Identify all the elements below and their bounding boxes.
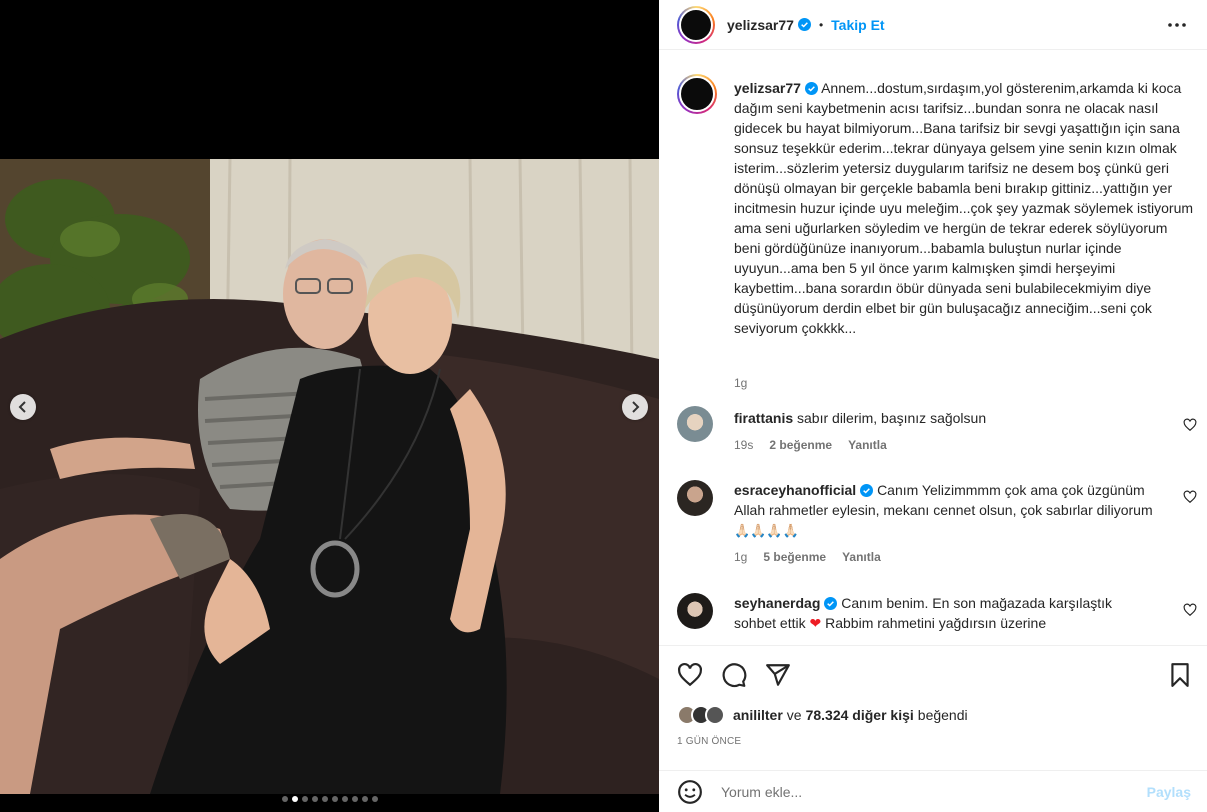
comment-username[interactable]: firattanis (734, 410, 793, 426)
verified-badge-icon (797, 18, 811, 31)
carousel-dot (321, 796, 328, 802)
comment-emoji: 🙏🏻🙏🏻🙏🏻🙏🏻 (734, 524, 799, 539)
reply-button[interactable]: Yanıtla (848, 438, 887, 452)
comment-avatar[interactable] (677, 593, 713, 629)
post-modal: yelizsar77 • Takip Et yelizsar77 Annem..… (0, 0, 1207, 812)
likes-suffix: beğendi (917, 707, 968, 723)
carousel-dot (301, 796, 308, 802)
liker-avatar (705, 705, 725, 725)
liker-avatars[interactable] (677, 705, 725, 725)
chevron-right-icon[interactable] (622, 394, 648, 420)
post-comment-button[interactable]: Paylaş (1147, 784, 1191, 800)
post-header: yelizsar77 • Takip Et (659, 0, 1207, 50)
carousel-dot-active (291, 796, 298, 802)
verified-badge-icon (824, 597, 838, 610)
comment-likes[interactable]: 5 beğenme (763, 550, 826, 564)
comment-item: firattanis sabır dilerim, başınız sağols… (677, 406, 1197, 466)
comments-list[interactable]: yelizsar77 Annem...dostum,sırdaşım,yol g… (659, 60, 1207, 645)
comment-text-continued: Rabbim rahmetini yağdırsın üzerine (825, 615, 1047, 631)
heart-icon[interactable] (1183, 603, 1197, 617)
comment-meta: 19s 2 beğenme Yanıtla (734, 438, 887, 452)
comment-item: seyhanerdag Canım benim. En son mağazada… (677, 593, 1197, 643)
carousel-dot (351, 796, 358, 802)
caption-avatar[interactable] (677, 74, 717, 114)
post-photo (0, 159, 659, 794)
reply-button[interactable]: Yanıtla (842, 550, 881, 564)
comment-body: esraceyhanofficial Canım Yelizimmmm çok … (734, 480, 1154, 542)
post-details-panel: yelizsar77 • Takip Et yelizsar77 Annem..… (659, 0, 1207, 812)
caption-time[interactable]: 1g (734, 376, 747, 390)
chevron-left-icon[interactable] (10, 394, 36, 420)
emoji-icon[interactable] (677, 779, 703, 805)
carousel-dot (361, 796, 368, 802)
header-separator: • (818, 17, 824, 32)
comment-meta: 1g 5 beğenme Yanıtla (734, 550, 881, 564)
caption-text: yelizsar77 Annem...dostum,sırdaşım,yol g… (734, 78, 1194, 338)
carousel-dot (331, 796, 338, 802)
comment-body: firattanis sabır dilerim, başınız sağols… (734, 408, 1154, 428)
post-date[interactable]: 1 GÜN ÖNCE (677, 736, 741, 747)
comment-input[interactable] (721, 783, 1121, 800)
comment-username[interactable]: seyhanerdag (734, 595, 820, 611)
comment-time[interactable]: 1g (734, 550, 747, 564)
caption-username[interactable]: yelizsar77 (734, 80, 801, 96)
bookmark-icon[interactable] (1167, 662, 1193, 688)
carousel-dot (371, 796, 378, 802)
share-icon[interactable] (765, 662, 791, 688)
comment-text: sabır dilerim, başınız sağolsun (797, 410, 987, 426)
comment-likes[interactable]: 2 beğenme (769, 438, 832, 452)
heart-emoji: ❤ (809, 615, 822, 631)
comment-item: esraceyhanofficial Canım Yelizimmmm çok … (677, 480, 1197, 570)
carousel-dot (341, 796, 348, 802)
comment-avatar[interactable] (677, 480, 713, 516)
comment-body: seyhanerdag Canım benim. En son mağazada… (734, 593, 1154, 633)
caption-body: Annem...dostum,sırdaşım,yol gösterenim,a… (734, 80, 1194, 336)
post-media (0, 0, 659, 812)
carousel-dot (311, 796, 318, 802)
liker-username[interactable]: anililter (733, 707, 783, 723)
comment-icon[interactable] (721, 662, 747, 688)
carousel-indicator (0, 796, 659, 802)
heart-icon[interactable] (677, 662, 703, 688)
verified-badge-icon (860, 484, 874, 497)
heart-icon[interactable] (1183, 490, 1197, 504)
heart-icon[interactable] (1183, 418, 1197, 432)
follow-button[interactable]: Takip Et (831, 17, 884, 33)
likes-summary: anililter ve 78.324 diğer kişi beğendi (677, 705, 968, 725)
more-horizontal-icon[interactable] (1167, 15, 1187, 35)
comment-avatar[interactable] (677, 406, 713, 442)
likes-connector: ve (786, 707, 802, 723)
add-comment-bar: Paylaş (659, 770, 1207, 812)
verified-badge-icon (804, 82, 818, 95)
carousel-dot (281, 796, 288, 802)
likes-count[interactable]: 78.324 diğer kişi (806, 707, 914, 723)
comment-username[interactable]: esraceyhanofficial (734, 482, 856, 498)
comment-time[interactable]: 19s (734, 438, 753, 452)
author-username[interactable]: yelizsar77 (727, 17, 794, 33)
author-avatar[interactable] (677, 5, 715, 44)
